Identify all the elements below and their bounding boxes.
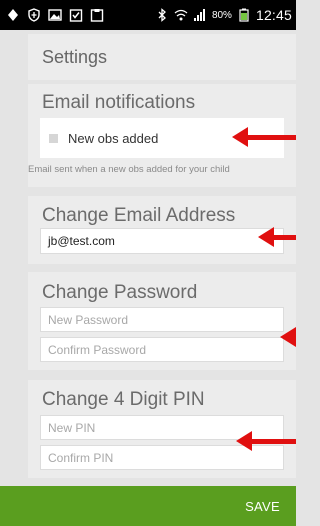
battery-percent: 80% bbox=[211, 9, 232, 21]
clipboard-notification-icon bbox=[90, 9, 104, 22]
annotation-arrow-icon bbox=[258, 227, 296, 247]
annotation-arrow-icon bbox=[236, 431, 296, 451]
clipboard-check-notification-icon bbox=[69, 9, 83, 22]
new-password-field[interactable]: New Password bbox=[40, 307, 284, 332]
save-bar: SAVE bbox=[0, 486, 296, 526]
arrow-head-icon bbox=[258, 227, 274, 247]
arrow-head-icon bbox=[236, 431, 252, 451]
arrow-head-icon bbox=[280, 327, 296, 347]
new-obs-checkbox-label: New obs added bbox=[68, 130, 159, 146]
annotation-arrow-icon bbox=[232, 127, 296, 147]
status-icons-left bbox=[6, 8, 104, 22]
arrow-shaft bbox=[252, 438, 296, 444]
email-field[interactable]: jb@test.com bbox=[40, 228, 284, 254]
status-time: 12:45 bbox=[255, 7, 292, 23]
change-password-title: Change Password bbox=[42, 282, 198, 303]
status-icons-right: 80% 12:45 bbox=[155, 7, 292, 23]
bluetooth-icon bbox=[158, 8, 166, 22]
change-password-card: Change Password New Password Confirm Pas… bbox=[28, 272, 296, 370]
wifi-icon bbox=[174, 9, 188, 21]
page-title: Settings bbox=[28, 34, 296, 80]
change-email-card: Change Email Address jb@test.com bbox=[28, 196, 296, 264]
change-pin-title: Change 4 Digit PIN bbox=[42, 389, 205, 410]
email-notifications-title: Email notifications bbox=[42, 92, 196, 113]
email-notifications-helper: Email sent when a new obs added for your… bbox=[28, 164, 230, 175]
arrow-shaft bbox=[274, 234, 296, 240]
annotation-arrow-icon bbox=[280, 327, 296, 347]
signal-icon bbox=[193, 9, 205, 21]
arrow-head-icon bbox=[232, 127, 248, 147]
change-pin-card: Change 4 Digit PIN New PIN Confirm PIN bbox=[28, 380, 296, 478]
status-bar: 80% 12:45 bbox=[0, 0, 296, 30]
arrow-shaft bbox=[248, 134, 296, 140]
battery-icon bbox=[239, 8, 249, 22]
gallery-notification-icon bbox=[48, 9, 62, 21]
new-obs-checkbox[interactable] bbox=[49, 133, 58, 143]
change-email-title: Change Email Address bbox=[42, 205, 236, 226]
save-button[interactable]: SAVE bbox=[245, 499, 280, 514]
app-notification-icon bbox=[8, 9, 18, 21]
shield-notification-icon bbox=[28, 8, 40, 22]
confirm-password-field[interactable]: Confirm Password bbox=[40, 337, 284, 362]
